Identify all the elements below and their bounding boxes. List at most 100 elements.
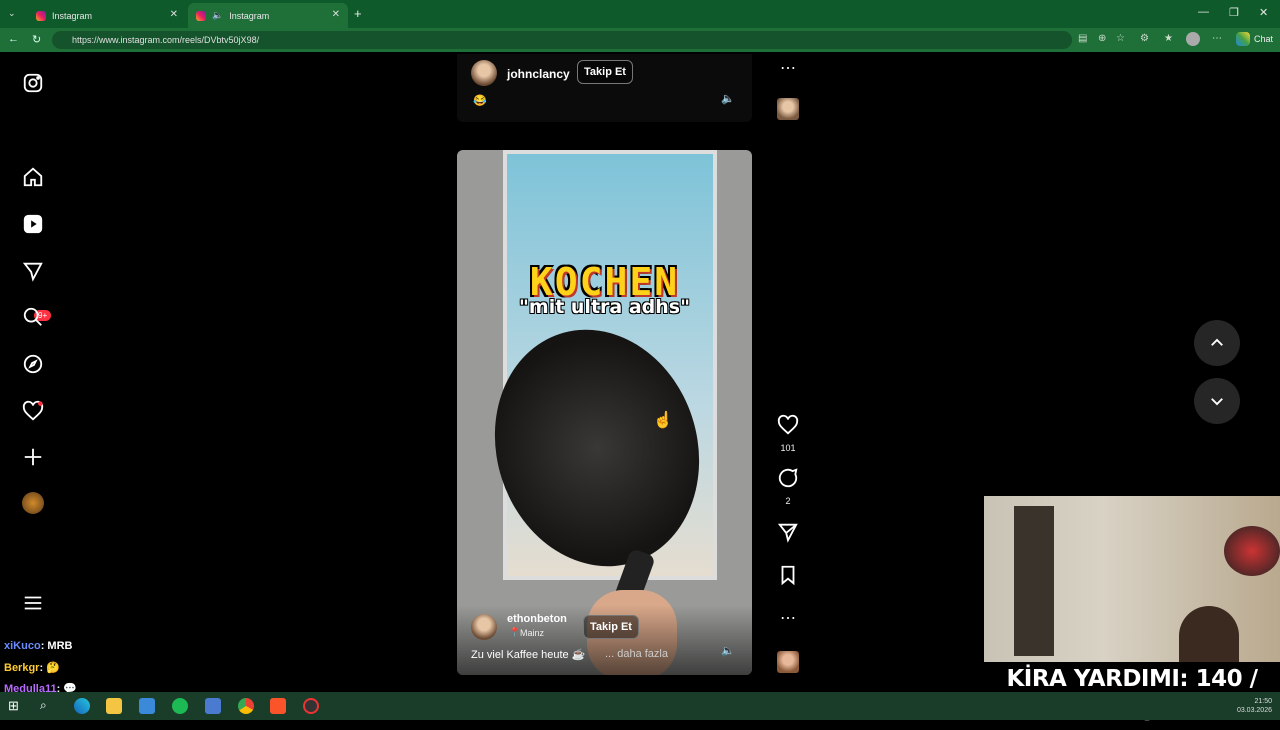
profile-avatar-icon[interactable] <box>22 492 44 514</box>
comment-icon <box>778 468 798 488</box>
tab-list-chevron-icon[interactable]: ⌄ <box>8 8 16 19</box>
like-button[interactable]: 101 <box>776 414 800 453</box>
home-icon[interactable] <box>22 166 44 188</box>
reel-card-previous[interactable]: johnclancy Takip Et 😂 🔈 <box>457 54 752 122</box>
spotify-icon[interactable] <box>172 698 188 714</box>
webcam-overlay <box>984 496 1280 662</box>
clock-time: 21:50 <box>1254 698 1272 705</box>
share-button[interactable] <box>776 521 800 548</box>
close-tab-icon[interactable]: ✕ <box>332 9 340 20</box>
search-icon[interactable]: ⌕ <box>40 698 56 714</box>
send-icon <box>777 523 798 543</box>
reels-icon[interactable] <box>22 213 44 235</box>
chevron-down-icon <box>1211 398 1223 406</box>
favorite-star-icon[interactable]: ☆ <box>1116 33 1125 44</box>
chat-text: : 🤔 <box>39 662 60 674</box>
url-field[interactable]: https://www.instagram.com/reels/DVbtv50j… <box>52 31 1072 49</box>
zoom-icon[interactable]: ⊕ <box>1098 33 1106 44</box>
chrome-icon[interactable] <box>238 698 254 714</box>
notifications-heart-icon[interactable] <box>22 400 44 422</box>
back-icon[interactable]: ← <box>8 33 19 45</box>
webcam-person <box>1179 606 1239 662</box>
mail-icon[interactable] <box>139 698 155 714</box>
author-avatar[interactable] <box>471 614 497 640</box>
chat-label[interactable]: Chat <box>1254 34 1273 44</box>
audio-toggle-icon[interactable]: 🔈 <box>721 644 735 657</box>
minimize-icon[interactable]: — <box>1198 6 1209 18</box>
audio-toggle-icon[interactable]: 🔈 <box>721 92 735 105</box>
follow-button[interactable]: Takip Et <box>583 615 639 639</box>
webcam-dartboard <box>1224 526 1280 576</box>
instagram-favicon-icon <box>36 10 46 21</box>
close-window-icon[interactable]: ✕ <box>1259 6 1268 19</box>
system-clock[interactable]: 21:50 03.03.2026 <box>1237 697 1272 715</box>
browser-tab-bar: ⌄ Instagram ✕ 🔈 Instagram ✕ + — ❐ ✕ <box>0 0 1280 28</box>
caption-emoji: 😂 <box>473 95 487 107</box>
url-text: https://www.instagram.com/reels/DVbtv50j… <box>72 35 260 45</box>
copilot-icon[interactable] <box>1236 32 1250 46</box>
more-caption-link[interactable]: ... daha fazla <box>605 648 668 660</box>
extension-icon[interactable]: ⚙ <box>1140 33 1149 44</box>
comment-count: 2 <box>785 496 791 506</box>
save-button[interactable] <box>776 564 800 591</box>
webcam-door <box>1014 506 1054 656</box>
address-bar-row: ← ↻ https://www.instagram.com/reels/DVbt… <box>0 28 1280 52</box>
follow-button[interactable]: Takip Et <box>577 60 633 84</box>
explore-compass-icon[interactable] <box>22 353 44 375</box>
heart-icon <box>777 414 799 435</box>
reel-caption: Zu viel Kaffee heute ☕ <box>471 649 586 661</box>
author-username[interactable]: ethonbeton <box>507 613 567 625</box>
user-avatar[interactable] <box>471 60 497 86</box>
chevron-up-icon <box>1211 338 1223 346</box>
rent-label: KİRA YARDIMI: <box>1006 666 1189 692</box>
chat-user: Berkgr <box>4 662 40 674</box>
author-location[interactable]: Mainz <box>520 628 544 638</box>
new-tab-button[interactable]: + <box>354 6 362 21</box>
like-count: 101 <box>780 443 796 453</box>
chat-message: xiKuco: MRB <box>4 640 72 652</box>
reader-icon[interactable]: ▤ <box>1078 33 1087 44</box>
windows-taskbar: ⊞ ⌕ 21:50 03.03.2026 <box>0 692 1280 720</box>
audio-thumbnail[interactable] <box>777 98 799 120</box>
bookmark-icon <box>781 565 795 586</box>
location-pin-icon: 📍 <box>509 627 521 637</box>
more-options-icon[interactable]: ⋯ <box>776 58 800 78</box>
rent-goal-banner: KİRA YARDIMI: 140 / 145 <box>984 662 1280 726</box>
instagram-favicon-icon <box>196 10 206 21</box>
edge-browser-icon[interactable] <box>74 698 90 714</box>
search-icon[interactable] <box>22 306 44 328</box>
obs-icon[interactable] <box>303 698 319 714</box>
clock-date: 03.03.2026 <box>1236 707 1272 714</box>
reel-video[interactable]: KOCHEN "mit ultra adhs" ethonbeton 📍 Mai… <box>457 150 752 675</box>
video-overlay-subtitle: "mit ultra adhs" <box>519 296 690 318</box>
tab-instagram-1[interactable]: Instagram ✕ <box>28 3 186 28</box>
comment-button[interactable]: 2 <box>776 467 800 506</box>
tab-label: Instagram <box>229 10 270 21</box>
profile-avatar[interactable] <box>1186 32 1200 46</box>
instagram-logo-icon[interactable] <box>22 72 44 94</box>
previous-reel-button[interactable] <box>1194 320 1240 366</box>
audio-thumbnail[interactable] <box>777 651 799 673</box>
next-reel-button[interactable] <box>1194 378 1240 424</box>
chat-text: : MRB <box>40 640 73 652</box>
username[interactable]: johnclancy <box>507 67 570 81</box>
restore-icon[interactable]: ❐ <box>1229 6 1239 19</box>
chat-user: xiKuco <box>4 640 41 652</box>
menu-hamburger-icon[interactable] <box>22 592 44 614</box>
start-menu-icon[interactable]: ⊞ <box>8 698 24 714</box>
file-explorer-icon[interactable] <box>106 698 122 714</box>
tab-label: Instagram <box>52 10 93 21</box>
more-options-icon[interactable]: ⋯ <box>776 608 800 628</box>
mouse-cursor-icon: ☝ <box>653 412 673 429</box>
tab-instagram-2[interactable]: 🔈 Instagram ✕ <box>188 3 348 28</box>
chat-message: Berkgr: 🤔 <box>4 661 60 674</box>
calculator-icon[interactable] <box>205 698 221 714</box>
reload-icon[interactable]: ↻ <box>32 33 41 46</box>
close-tab-icon[interactable]: ✕ <box>170 9 178 20</box>
messages-icon[interactable] <box>22 260 44 282</box>
favorites-icon[interactable]: ★ <box>1164 33 1173 44</box>
speaker-icon[interactable]: 🔈 <box>212 10 223 21</box>
more-menu-icon[interactable]: ⋯ <box>1212 33 1222 44</box>
create-plus-icon[interactable] <box>22 446 44 468</box>
brave-icon[interactable] <box>270 698 286 714</box>
